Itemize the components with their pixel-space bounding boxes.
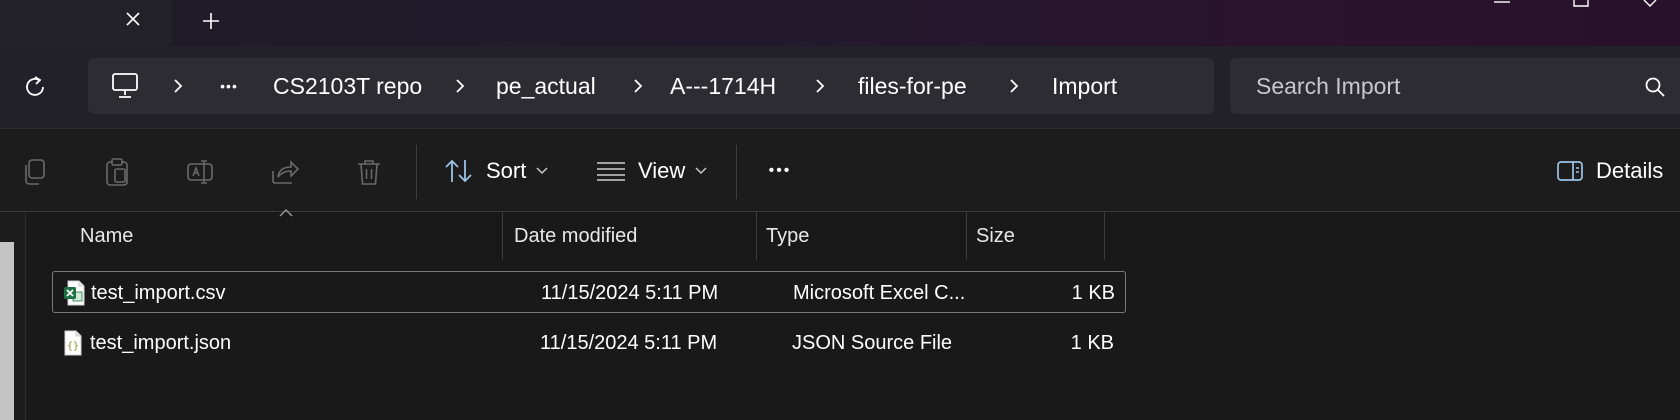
svg-text:{}: {} xyxy=(67,341,79,352)
search-icon[interactable] xyxy=(1644,76,1666,98)
file-name: test_import.json xyxy=(90,331,232,354)
file-date-modified: 11/15/2024 5:11 PM xyxy=(540,331,718,354)
file-list: Name Date modified Type Size test_import… xyxy=(26,209,1680,420)
column-divider[interactable] xyxy=(966,212,967,260)
breadcrumb-item-pe-actual[interactable]: pe_actual xyxy=(496,58,596,114)
plus-icon[interactable] xyxy=(196,6,226,36)
breadcrumb-item-files-for-pe[interactable]: files-for-pe xyxy=(858,58,967,114)
command-bar: Sort View ••• Details xyxy=(0,128,1680,212)
minimize-icon[interactable] xyxy=(1490,0,1518,12)
view-label: View xyxy=(638,158,686,183)
json-file-icon: {} xyxy=(62,330,84,356)
file-type: Microsoft Excel C... xyxy=(793,281,966,304)
active-tab[interactable] xyxy=(0,0,172,46)
column-divider[interactable] xyxy=(756,212,757,260)
column-header-row: Name Date modified Type Size xyxy=(26,209,1126,260)
file-size: 1 KB xyxy=(1070,331,1114,354)
breadcrumb-item-import[interactable]: Import xyxy=(1052,58,1117,114)
excel-csv-icon xyxy=(63,280,85,306)
table-row[interactable]: test_import.csv 11/15/2024 5:11 PM Micro… xyxy=(52,271,1126,313)
chevron-right-icon[interactable] xyxy=(168,58,188,114)
column-header-type[interactable]: Type xyxy=(766,212,809,260)
toolbar-divider xyxy=(416,145,417,199)
breadcrumb-item-a-1714h[interactable]: A---1714H xyxy=(670,58,776,114)
delete-icon[interactable] xyxy=(354,157,384,187)
view-button[interactable]: View xyxy=(596,143,707,199)
chevron-right-icon[interactable] xyxy=(810,58,830,114)
refresh-icon[interactable] xyxy=(16,68,54,106)
see-more-button[interactable]: ••• xyxy=(758,143,802,199)
file-type: JSON Source File xyxy=(792,331,953,354)
sort-ascending-caret-icon xyxy=(279,208,293,218)
column-header-name[interactable]: Name xyxy=(80,212,133,260)
more-dots: ••• xyxy=(768,162,792,179)
maximize-icon[interactable] xyxy=(1570,0,1596,12)
chevron-down-icon xyxy=(695,167,707,175)
sort-button[interactable]: Sort xyxy=(444,143,548,199)
chevron-down-icon xyxy=(536,167,548,175)
this-pc-icon[interactable] xyxy=(110,72,140,100)
rename-icon[interactable] xyxy=(186,157,216,187)
breadcrumb-overflow-button[interactable]: ••• xyxy=(216,58,242,114)
file-date-modified: 11/15/2024 5:11 PM xyxy=(541,281,719,304)
navigation-pane xyxy=(0,212,26,420)
close-icon[interactable] xyxy=(120,6,146,32)
breadcrumb-item-cs2103t-repo[interactable]: CS2103T repo xyxy=(273,58,422,114)
share-icon[interactable] xyxy=(270,157,300,187)
chevron-right-icon[interactable] xyxy=(1004,58,1024,114)
chevron-right-icon[interactable] xyxy=(450,58,470,114)
address-row: ••• CS2103T repo pe_actual A---1714H fil… xyxy=(0,46,1680,128)
toolbar-divider xyxy=(736,145,737,199)
sort-icon xyxy=(444,158,474,184)
search-placeholder: Search Import xyxy=(1256,72,1401,99)
details-label: Details xyxy=(1596,158,1664,183)
copy-icon[interactable] xyxy=(20,157,50,187)
file-size: 1 KB xyxy=(1071,281,1115,304)
table-row[interactable]: {} test_import.json 11/15/2024 5:11 PM J… xyxy=(52,322,1126,364)
breadcrumb[interactable]: ••• CS2103T repo pe_actual A---1714H fil… xyxy=(88,58,1214,114)
details-pane-icon xyxy=(1556,159,1584,183)
column-divider[interactable] xyxy=(1104,212,1105,260)
navigation-scrollbar[interactable] xyxy=(0,242,14,420)
details-pane-button[interactable]: Details xyxy=(1556,143,1663,199)
view-list-icon xyxy=(596,160,626,182)
column-header-date-modified[interactable]: Date modified xyxy=(514,212,637,260)
paste-icon[interactable] xyxy=(102,157,132,187)
sort-label: Sort xyxy=(486,158,527,183)
close-icon[interactable] xyxy=(1640,0,1668,12)
column-header-size[interactable]: Size xyxy=(976,212,1015,260)
chevron-right-icon[interactable] xyxy=(628,58,648,114)
column-divider[interactable] xyxy=(502,212,503,260)
file-name: test_import.csv xyxy=(91,281,226,304)
search-input[interactable]: Search Import xyxy=(1230,58,1680,114)
title-bar xyxy=(0,0,1680,46)
